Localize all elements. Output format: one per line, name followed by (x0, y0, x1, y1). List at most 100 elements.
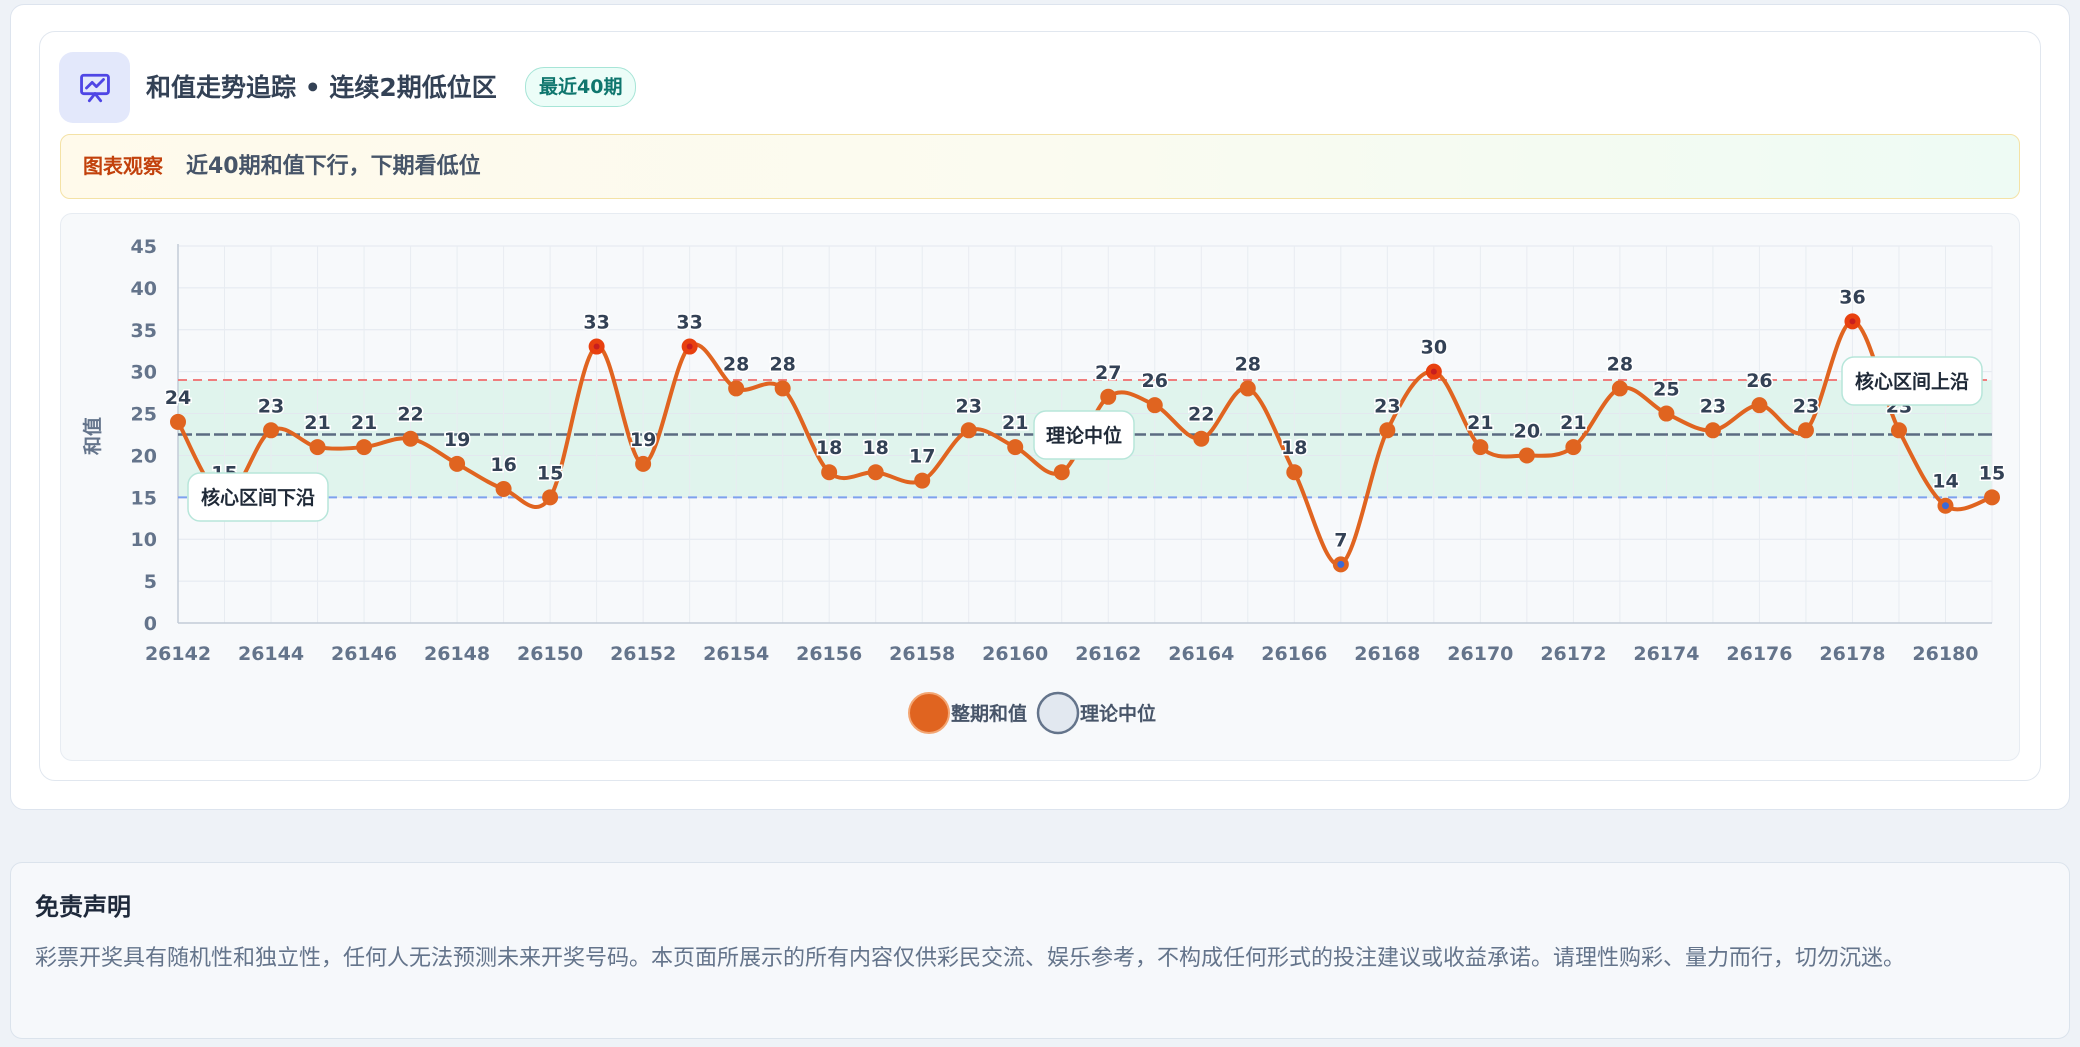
sum-trend-chart: 0 5 10 15 20 25 30 35 40 45 26142 26144 26146 26148 2… (81, 236, 2007, 735)
data-label: 28 (1235, 353, 1261, 375)
data-label: 28 (723, 353, 749, 375)
data-point (1146, 397, 1163, 414)
data-label: 21 (351, 412, 377, 434)
data-label: 22 (397, 404, 423, 426)
y-tick-label: 40 (131, 278, 157, 300)
data-label: 27 (1095, 362, 1121, 384)
x-tick-label: 26168 (1354, 643, 1420, 665)
x-tick-label: 26154 (703, 643, 769, 665)
x-tick-label: 26158 (889, 643, 955, 665)
data-label: 26 (1746, 370, 1772, 392)
y-tick-label: 5 (144, 571, 157, 593)
disclaimer-title: 免责声明 (35, 893, 131, 921)
observation-banner: 图表观察 近40期和值下行，下期看低位 (60, 134, 2020, 199)
chart-panel: 0 5 10 15 20 25 30 35 40 45 26142 26144 26146 26148 2… (60, 213, 2020, 761)
data-point (495, 480, 512, 497)
y-axis-label: 和值 (81, 417, 104, 455)
disclaimer-text: 彩票开奖具有随机性和独立性，任何人无法预测未来开奖号码。本页面所展示的所有内容仅… (35, 946, 1906, 971)
high-marker-dot (1849, 318, 1856, 325)
x-tick-label: 26144 (238, 643, 304, 665)
data-point (867, 464, 884, 481)
x-tick-label: 26166 (1261, 643, 1327, 665)
x-tick-label: 26142 (145, 643, 211, 665)
data-label: 16 (490, 454, 516, 476)
y-tick-label: 20 (131, 445, 157, 467)
data-label: 21 (1560, 412, 1586, 434)
x-tick-label: 26176 (1726, 643, 1792, 665)
data-label: 36 (1839, 286, 1865, 308)
data-point (402, 430, 419, 447)
data-point (1286, 464, 1303, 481)
data-point (728, 380, 745, 397)
lower-bound-annotation-text: 核心区间下沿 (201, 486, 315, 509)
low-marker-dot (1337, 560, 1345, 568)
data-label: 23 (1793, 395, 1819, 417)
median-annotation: 理论中位 (1033, 410, 1135, 460)
x-tick-label: 26164 (1168, 643, 1234, 665)
data-point (1984, 489, 2000, 506)
data-point (914, 472, 931, 489)
y-tick-label: 35 (131, 320, 157, 342)
data-point (170, 413, 186, 430)
x-tick-label: 26170 (1447, 643, 1513, 665)
data-label: 23 (955, 395, 981, 417)
x-tick-label: 26146 (331, 643, 397, 665)
data-label: 33 (676, 312, 702, 334)
x-tick-label: 26174 (1633, 643, 1699, 665)
low-marker-dot (1941, 502, 1949, 510)
data-label: 18 (816, 437, 842, 459)
data-point (1797, 422, 1814, 439)
disclaimer-panel: 免责声明 彩票开奖具有随机性和独立性，任何人无法预测未来开奖号码。本页面所展示的… (10, 862, 2070, 1039)
observation-text: 近40期和值下行，下期看低位 (186, 154, 481, 179)
data-label: 28 (1607, 353, 1633, 375)
data-point (1704, 422, 1721, 439)
data-point (263, 422, 280, 439)
data-point (1053, 464, 1070, 481)
trend-chart-icon (59, 52, 130, 123)
data-point (1890, 422, 1907, 439)
data-point (821, 464, 838, 481)
y-tick-label: 0 (144, 613, 157, 635)
x-tick-label: 26148 (424, 643, 490, 665)
legend-label-median: 理论中位 (1080, 702, 1156, 725)
data-point (774, 380, 791, 397)
data-label: 15 (1979, 462, 2005, 484)
data-label: 28 (769, 353, 795, 375)
data-label: 20 (1514, 420, 1540, 442)
x-tick-label: 26180 (1912, 643, 1978, 665)
data-point (1611, 380, 1628, 397)
x-tick-label: 26162 (1075, 643, 1141, 665)
data-label: 7 (1334, 529, 1347, 551)
x-tick-label: 26150 (517, 643, 583, 665)
median-annotation-text: 理论中位 (1046, 424, 1122, 447)
data-label: 30 (1421, 337, 1447, 359)
data-label: 19 (444, 429, 470, 451)
high-marker-dot (686, 343, 693, 350)
x-tick-label: 26160 (982, 643, 1048, 665)
legend-marker-median (1036, 691, 1080, 735)
observation-label: 图表观察 (83, 154, 163, 178)
data-point (1239, 380, 1256, 397)
high-marker-dot (593, 343, 600, 350)
x-tick-label: 26152 (610, 643, 676, 665)
data-label: 26 (1142, 370, 1168, 392)
data-label: 23 (1374, 395, 1400, 417)
upper-bound-annotation-text: 核心区间上沿 (1855, 370, 1969, 393)
data-point (1193, 430, 1210, 447)
upper-bound-annotation: 核心区间上沿 (1841, 356, 1983, 406)
data-label: 25 (1653, 379, 1679, 401)
data-label: 21 (1467, 412, 1493, 434)
legend-marker-sum (908, 692, 950, 734)
period-badge: 最近40期 (525, 67, 637, 107)
y-tick-label: 25 (131, 404, 157, 426)
data-point (356, 439, 373, 456)
data-point (635, 455, 652, 472)
y-tick-label: 45 (131, 236, 157, 258)
data-label: 17 (909, 446, 935, 468)
high-marker-dot (1430, 368, 1437, 375)
data-label: 15 (537, 462, 563, 484)
data-label: 23 (1700, 395, 1726, 417)
data-point (1007, 439, 1024, 456)
data-point (449, 455, 466, 472)
legend-label-sum: 整期和值 (951, 702, 1027, 725)
